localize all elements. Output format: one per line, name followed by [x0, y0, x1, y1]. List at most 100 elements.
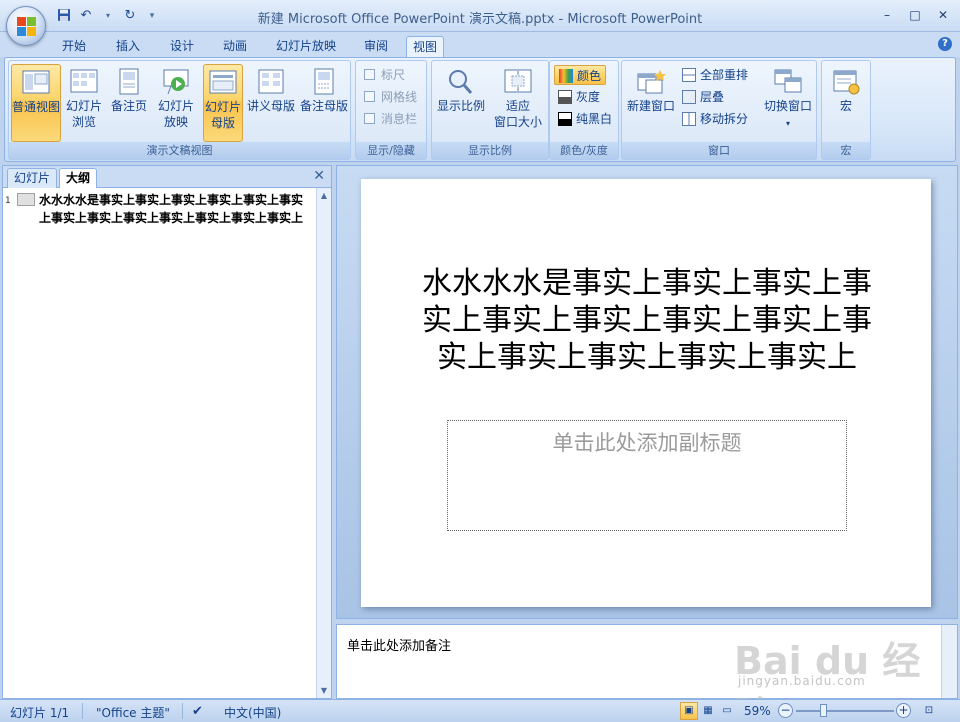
notes-master-button[interactable]: 备注母版 [298, 64, 350, 142]
slide-icon[interactable] [17, 193, 35, 206]
grayscale-icon [558, 90, 572, 104]
outline-pane: 幻灯片 大纲 ✕ 1 水水水水是事实上事实上事实上事实上事实上事实上事实上事实上… [2, 165, 332, 699]
message-bar-checkbox[interactable]: 消息栏 [364, 109, 417, 129]
color-button[interactable]: 颜色 [554, 65, 607, 85]
help-icon[interactable]: ? [938, 37, 952, 51]
normal-view-button[interactable]: 普通视图 [11, 64, 61, 142]
checkbox-icon [364, 113, 375, 124]
office-logo-icon [17, 17, 37, 37]
slide-sorter-status-icon[interactable]: ▦ [699, 702, 717, 720]
group-label-presentation-views: 演示文稿视图 [9, 142, 350, 159]
new-window-icon [637, 70, 666, 94]
new-window-button[interactable]: 新建窗口 [624, 64, 678, 142]
arrange-all-button[interactable]: 全部重排 [682, 65, 748, 85]
scroll-up-icon[interactable]: ▲ [317, 188, 331, 203]
slideshow-button[interactable]: 幻灯片 放映 [153, 64, 199, 142]
normal-view-icon [22, 70, 50, 94]
group-presentation-views: 普通视图 幻灯片 浏览 备注页 幻灯片 放映 幻灯片 母版 讲义母版 备注母版 [8, 60, 351, 160]
zoom-level[interactable]: 59% [744, 704, 771, 718]
tab-animations[interactable]: 动画 [217, 36, 253, 57]
group-show-hide: 标尺 网格线 消息栏 显示/隐藏 [355, 60, 427, 160]
pane-tabs: 幻灯片 大纲 ✕ [3, 166, 331, 188]
office-button[interactable] [6, 6, 46, 46]
language[interactable]: 中文(中国) [224, 704, 281, 721]
minimize-button[interactable]: – [878, 6, 896, 24]
group-color: 颜色 灰度 纯黑白 颜色/灰度 [549, 60, 619, 160]
subtitle-placeholder[interactable]: 单击此处添加副标题 [447, 420, 847, 531]
arrange-all-icon [682, 68, 696, 82]
subtitle-placeholder-text: 单击此处添加副标题 [552, 431, 742, 455]
tab-review[interactable]: 审阅 [358, 36, 394, 57]
group-label-show-hide: 显示/隐藏 [356, 142, 426, 159]
tab-view[interactable]: 视图 [406, 36, 445, 57]
fit-slide-icon[interactable]: ⊡ [920, 702, 938, 720]
zoom-out-icon[interactable]: − [778, 703, 793, 718]
handout-master-icon [258, 69, 284, 94]
slide-master-icon [209, 70, 237, 94]
divider [82, 703, 83, 719]
checkbox-icon [364, 91, 375, 102]
slide-sorter-button[interactable]: 幻灯片 浏览 [63, 64, 105, 142]
zoom-slider[interactable] [796, 710, 894, 712]
fit-window-icon [504, 69, 532, 93]
tab-home[interactable]: 开始 [56, 36, 92, 57]
ribbon: 普通视图 幻灯片 浏览 备注页 幻灯片 放映 幻灯片 母版 讲义母版 备注母版 [4, 57, 956, 162]
group-label-macros: 宏 [822, 142, 870, 159]
window-controls: – □ ✕ [878, 6, 952, 24]
move-split-icon [682, 112, 696, 126]
zoom-in-icon[interactable]: + [896, 703, 911, 718]
notes-page-icon [119, 68, 139, 95]
close-icon[interactable]: ✕ [313, 168, 325, 184]
group-label-zoom: 显示比例 [432, 142, 548, 159]
notes-scrollbar[interactable] [941, 625, 957, 698]
notes-pane[interactable]: 单击此处添加备注 [336, 624, 958, 699]
slideshow-status-icon[interactable]: ▭ [718, 702, 736, 720]
magnifier-icon [449, 70, 473, 94]
tab-slides[interactable]: 幻灯片 [7, 168, 58, 188]
slide-number: 1 [5, 196, 11, 206]
outline-scrollbar[interactable]: ▲ ▼ [316, 188, 331, 698]
switch-windows-button[interactable]: 切换窗口 ▾ [760, 64, 816, 142]
macros-button[interactable]: 宏 [824, 64, 868, 142]
close-button[interactable]: ✕ [934, 6, 952, 24]
color-icon [559, 69, 573, 83]
slide-counter: 幻灯片 1/1 [10, 706, 70, 720]
notes-page-button[interactable]: 备注页 [106, 64, 152, 142]
gridlines-checkbox[interactable]: 网格线 [364, 87, 417, 107]
fit-to-window-button[interactable]: 适应 窗口大小 [490, 64, 546, 142]
outline-title-text[interactable]: 水水水水是事实上事实上事实上事实上事实上事实上事实上事实上事实上事实上事实上事实… [39, 191, 313, 227]
normal-view-status-icon[interactable]: ▣ [680, 702, 698, 720]
slide-master-button[interactable]: 幻灯片 母版 [203, 64, 243, 142]
switch-windows-icon [774, 69, 802, 93]
outline-area[interactable]: 1 水水水水是事实上事实上事实上事实上事实上事实上事实上事实上事实上事实上事实上… [3, 188, 317, 698]
slide-title[interactable]: 水水水水是事实上事实上事实上事实上事实上事实上事实上事实上事实上事实上事实上事实… [421, 265, 873, 376]
title-bar: ↶ ▾ ↻ ▾ 新建 Microsoft Office PowerPoint 演… [0, 0, 960, 32]
handout-master-button[interactable]: 讲义母版 [245, 64, 297, 142]
status-bar: 幻灯片 1/1 "Office 主题" ✔ 中文(中国) ▣ ▦ ▭ 59% −… [0, 699, 960, 722]
cascade-button[interactable]: 层叠 [682, 87, 724, 107]
slide-canvas[interactable]: 水水水水是事实上事实上事实上事实上事实上事实上事实上事实上事实上事实上事实上事实… [361, 179, 931, 607]
tab-design[interactable]: 设计 [164, 36, 200, 57]
maximize-button[interactable]: □ [906, 6, 924, 24]
ruler-checkbox[interactable]: 标尺 [364, 65, 405, 85]
tab-outline[interactable]: 大纲 [59, 168, 98, 188]
notes-master-icon [314, 68, 334, 95]
grayscale-button[interactable]: 灰度 [558, 87, 600, 107]
zoom-button[interactable]: 显示比例 [434, 64, 488, 142]
spell-check-icon[interactable]: ✔ [192, 704, 203, 719]
macro-icon [833, 70, 860, 95]
zoom-slider-thumb[interactable] [820, 704, 827, 717]
window-title: 新建 Microsoft Office PowerPoint 演示文稿.pptx… [257, 12, 703, 27]
slide-sorter-icon [70, 69, 98, 93]
black-white-button[interactable]: 纯黑白 [558, 109, 612, 129]
tab-slideshow[interactable]: 幻灯片放映 [270, 36, 342, 57]
notes-placeholder[interactable]: 单击此处添加备注 [347, 635, 451, 654]
black-white-icon [558, 112, 572, 126]
ribbon-tabs: 开始 插入 设计 动画 幻灯片放映 审阅 视图 ? [0, 32, 960, 57]
tab-insert[interactable]: 插入 [110, 36, 146, 57]
group-zoom: 显示比例 适应 窗口大小 显示比例 [431, 60, 549, 160]
divider [182, 703, 183, 719]
group-label-window: 窗口 [622, 142, 816, 159]
scroll-down-icon[interactable]: ▼ [317, 683, 331, 698]
move-split-button[interactable]: 移动拆分 [682, 109, 748, 129]
